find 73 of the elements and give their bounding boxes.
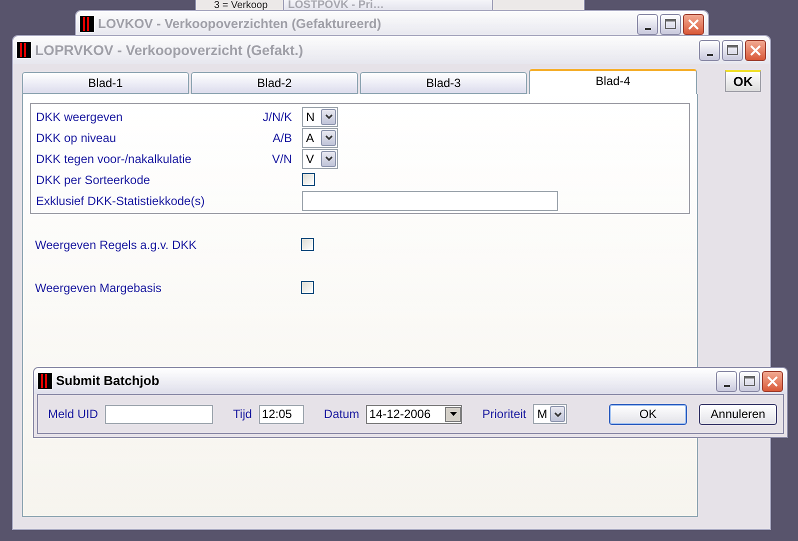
minimize-button[interactable] [716,370,737,392]
close-button[interactable] [683,14,704,34]
ok-button[interactable]: OK [725,70,761,92]
close-icon [767,376,778,386]
input-field[interactable] [302,190,558,210]
close-button[interactable] [762,370,783,392]
field-label: Meld UID [48,406,98,423]
field-hint: V/N [272,150,292,168]
field-label: DKK op niveau [36,130,118,146]
tab[interactable]: Blad-2 [191,72,358,94]
select-field[interactable]: A [302,128,338,148]
field-label: Exklusief DKK-Statistiekkode(s) [36,192,206,210]
select-value: V [306,150,314,168]
tab[interactable]: Blad-1 [22,72,189,94]
maximize-icon [665,19,676,29]
field-label: Datum [324,406,360,423]
field-label: DKK weergeven [36,108,124,126]
field-label: Prioriteit [482,406,526,423]
window-title: LOPRVKOV - Verkoopoverzicht (Gefakt.) [35,40,304,60]
tab[interactable]: Blad-4 [529,69,697,94]
chevron-down-icon [324,114,332,119]
app-logo-icon [80,16,94,32]
dropdown-button[interactable] [321,150,336,166]
app-logo-icon [38,373,52,389]
select-value: M [537,406,548,423]
chevron-down-icon [554,412,562,416]
select-value: N [306,108,315,126]
close-icon [688,18,699,30]
select-value: A [306,130,314,146]
triangle-down-icon [450,412,457,416]
option-label: Weergeven Regels a.g.v. DKK [35,236,198,254]
background-text: 3 = Verkoop [214,0,268,11]
maximize-button[interactable] [739,370,760,392]
dropdown-button[interactable] [321,130,336,146]
select-field[interactable]: V [302,148,338,168]
minimize-button[interactable] [637,14,658,34]
field-label: DKK per Sorteerkode [36,172,152,188]
dialog-button[interactable]: Annuleren [699,404,777,424]
dropdown-button[interactable] [550,406,566,422]
field-hint: J/N/K [262,108,292,126]
checkbox[interactable] [302,173,315,186]
select-field[interactable]: M [533,404,568,424]
tab[interactable]: Blad-3 [360,72,527,94]
app-logo-icon [17,42,31,58]
window-title: LOSTPOVK - Pri… [288,0,384,11]
dropdown-button[interactable] [445,406,462,422]
select-field[interactable]: N [302,106,338,126]
maximize-button[interactable] [722,40,743,60]
window-title: LOVKOV - Verkoopoverzichten (Gefaktureerd) [98,15,382,34]
input-field[interactable]: 12:05 [258,404,304,424]
chevron-down-icon [324,135,332,140]
field-label: DKK tegen voor-/nakalkulatie [36,150,192,168]
input-field[interactable] [105,404,214,424]
dialog-title: Submit Batchjob [56,372,160,390]
date-picker[interactable]: 14-12-2006 [366,404,462,424]
maximize-icon [727,45,738,55]
close-icon [750,44,761,56]
maximize-button[interactable] [660,14,681,34]
minimize-button[interactable] [699,40,720,60]
date-value: 14-12-2006 [369,406,431,423]
chevron-down-icon [324,156,332,161]
close-button[interactable] [745,40,766,60]
minimize-icon [724,384,730,386]
field-hint: A/B [272,130,292,146]
option-label: Weergeven Margebasis [35,280,163,296]
field-label: Tijd [233,406,252,423]
dialog-button[interactable]: OK [609,404,687,424]
checkbox[interactable] [301,238,314,251]
dropdown-button[interactable] [321,108,336,124]
maximize-icon [744,376,755,386]
checkbox[interactable] [301,281,314,294]
minimize-icon [706,54,712,56]
minimize-icon [644,28,650,30]
